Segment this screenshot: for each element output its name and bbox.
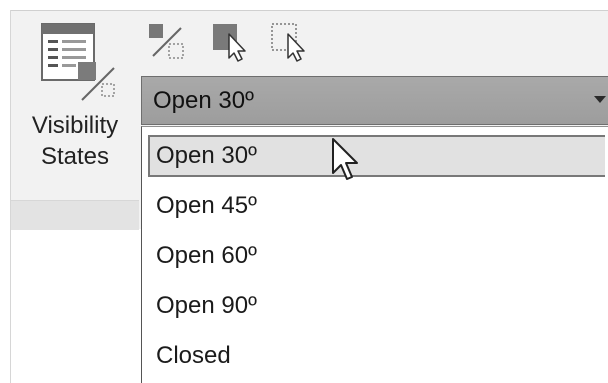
select-visible-icon [213, 24, 246, 62]
select-hidden-button[interactable] [270, 20, 310, 62]
mouse-pointer-icon [332, 138, 358, 180]
visibility-states-button[interactable]: Visibility States [16, 18, 134, 188]
window-left-edge [0, 10, 11, 383]
override-visibility-button[interactable] [147, 20, 187, 62]
dropdown-option-open-30[interactable]: Open 30º [148, 135, 605, 177]
dropdown-option-open-45[interactable]: Open 45º [148, 186, 605, 228]
visibility-state-dropdown-list: Open 30º Open 45º Open 60º Open 90º Clos… [141, 126, 608, 383]
override-visibility-icon [149, 24, 184, 59]
visibility-state-combobox[interactable]: Open 30º [141, 76, 608, 125]
window-top-edge [0, 0, 608, 11]
dropdown-option-open-90[interactable]: Open 90º [148, 286, 605, 328]
combobox-selected-value: Open 30º [153, 87, 254, 114]
dropdown-option-open-60[interactable]: Open 60º [148, 236, 605, 278]
select-visible-button[interactable] [211, 20, 251, 62]
dropdown-option-closed[interactable]: Closed [148, 336, 605, 378]
visibility-states-label: Visibility States [31, 112, 119, 170]
visibility-states-icon [41, 23, 115, 101]
workspace-area [11, 230, 139, 383]
ribbon-panel-footer [11, 200, 139, 231]
chevron-down-icon[interactable] [594, 96, 606, 103]
select-hidden-icon [271, 23, 305, 62]
